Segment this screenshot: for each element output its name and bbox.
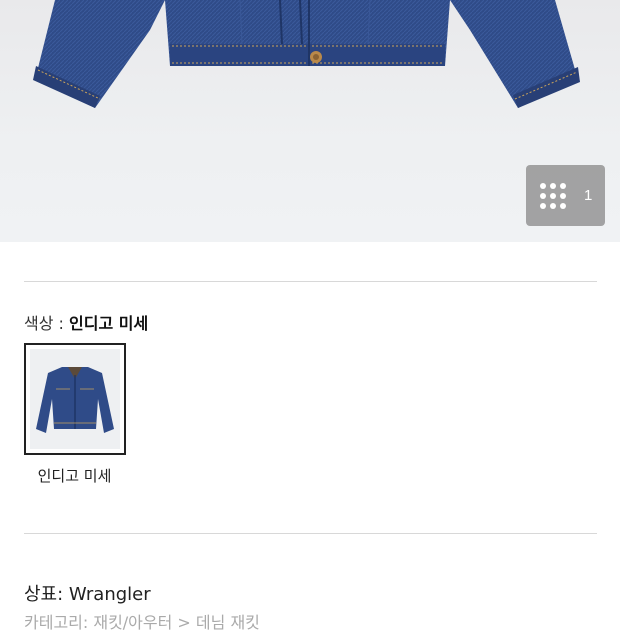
color-label-text: 색상 : [24,314,70,333]
selected-color: 인디고 미세 [69,314,149,333]
brand-label: 상표: [24,584,69,605]
swatch-label: 인디고 미세 [37,467,112,485]
color-swatch-indigo[interactable] [24,343,126,455]
brand-value[interactable]: Wrangler [69,584,151,605]
brand-info: 상표: Wrangler [24,580,151,606]
divider [24,533,597,534]
color-label: 색상 : 인디고 미세 [24,310,148,334]
gallery-count-button[interactable]: 1 [526,165,605,226]
jacket-thumbnail-image [36,367,114,433]
product-image[interactable]: 1 [0,0,620,242]
divider [24,281,597,282]
gallery-count: 1 [584,187,593,204]
swatch-thumbnail [30,349,120,449]
grid-dots-icon [540,182,566,209]
category-info: 카테고리: 재킷/아우터 > 데님 재킷 [24,613,260,632]
